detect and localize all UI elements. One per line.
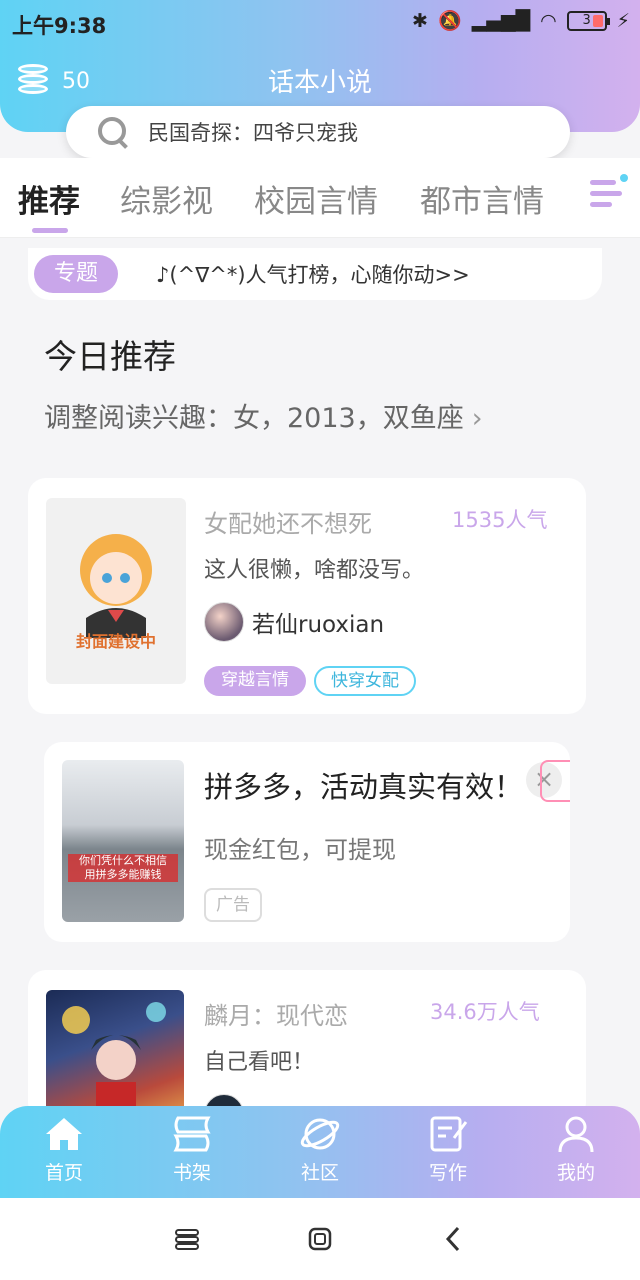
nav-label: 书架 bbox=[172, 1162, 211, 1184]
author-name: 若仙ruoxian bbox=[252, 612, 385, 638]
ad-image-caption: 你们凭什么不相信 用拼多多能赚钱 bbox=[68, 854, 178, 882]
user-icon bbox=[554, 1114, 598, 1154]
book-card[interactable]: 封面建设中 女配她还不想死 1535人气 这人很懒，啥都没写。 若仙ruoxia… bbox=[28, 478, 586, 714]
reading-interest-text: 调整阅读兴趣：女，2013，双鱼座 bbox=[44, 403, 464, 434]
planet-icon bbox=[298, 1114, 342, 1154]
bottom-navigation: 首页 书架 社区 写作 我的 bbox=[0, 1106, 640, 1198]
ad-description: 现金红包，可提现 bbox=[204, 836, 396, 864]
back-icon[interactable] bbox=[436, 1222, 470, 1256]
bluetooth-icon: ✱ bbox=[412, 9, 428, 32]
wifi-icon: ◠ bbox=[540, 9, 557, 32]
book-description: 自己看吧！ bbox=[204, 1050, 315, 1075]
tab-recommend[interactable]: 推荐 bbox=[18, 176, 80, 221]
topic-banner[interactable]: 专题 ♪(^∇^*)人气打榜，心随你动>> bbox=[28, 248, 602, 300]
book-cover bbox=[46, 990, 184, 1120]
status-icons: ✱ 🔕 ▂▄▆█ ◠ 3 ⚡ bbox=[412, 9, 630, 33]
write-icon bbox=[426, 1114, 470, 1154]
nav-label: 我的 bbox=[556, 1162, 595, 1184]
search-bar[interactable]: 民国奇探：四爷只宠我 bbox=[66, 106, 570, 158]
tab-urban-romance[interactable]: 都市言情 bbox=[420, 176, 544, 221]
book-popularity: 34.6万人气 bbox=[430, 1000, 540, 1024]
nav-home[interactable]: 首页 bbox=[16, 1114, 112, 1185]
book-title: 麟月：现代恋 bbox=[204, 1002, 348, 1030]
nav-profile[interactable]: 我的 bbox=[528, 1114, 624, 1185]
category-menu-icon[interactable] bbox=[590, 174, 628, 210]
nav-write[interactable]: 写作 bbox=[400, 1114, 496, 1185]
tag-quick-wear-supporting[interactable]: 快穿女配 bbox=[314, 666, 416, 696]
nav-label: 首页 bbox=[44, 1162, 83, 1184]
tag-time-travel-romance[interactable]: 穿越言情 bbox=[204, 666, 306, 696]
ad-card[interactable]: 你们凭什么不相信 用拼多多能赚钱 拼多多，活动真实有效！ 现金红包，可提现 广告… bbox=[44, 742, 570, 942]
ad-image: 你们凭什么不相信 用拼多多能赚钱 bbox=[62, 760, 184, 922]
search-icon bbox=[96, 115, 130, 149]
signal-icon: ▂▄▆█ bbox=[471, 9, 531, 32]
book-cover: 封面建设中 bbox=[46, 498, 186, 684]
charging-icon: ⚡ bbox=[616, 9, 630, 32]
nav-community[interactable]: 社区 bbox=[272, 1114, 368, 1185]
book-author[interactable]: 若仙ruoxian bbox=[204, 602, 384, 642]
category-tabs: 推荐 综影视 校园言情 都市言情 bbox=[0, 158, 640, 238]
menu-icon[interactable] bbox=[170, 1222, 204, 1256]
reading-interest-link[interactable]: 调整阅读兴趣：女，2013，双鱼座 › bbox=[44, 396, 483, 435]
cover-illustration bbox=[62, 1002, 166, 1120]
home-button-icon[interactable] bbox=[303, 1222, 337, 1256]
ad-label-badge: 广告 bbox=[204, 888, 262, 922]
tab-film-tv[interactable]: 综影视 bbox=[120, 176, 213, 221]
ad-edge-icon bbox=[540, 760, 570, 802]
search-placeholder: 民国奇探：四爷只宠我 bbox=[148, 121, 358, 145]
ad-title: 拼多多，活动真实有效！ bbox=[204, 770, 524, 804]
cover-illustration bbox=[80, 534, 152, 638]
book-description: 这人很懒，啥都没写。 bbox=[204, 558, 425, 583]
battery-level: 3 bbox=[582, 12, 591, 28]
tab-campus-romance[interactable]: 校园言情 bbox=[254, 176, 378, 221]
home-icon bbox=[42, 1114, 86, 1154]
avatar bbox=[204, 602, 244, 642]
app-title: 话本小说 bbox=[267, 68, 372, 98]
system-nav-bar bbox=[0, 1198, 640, 1280]
book-popularity: 1535人气 bbox=[452, 508, 548, 532]
mute-icon: 🔕 bbox=[437, 10, 462, 32]
topic-text: ♪(^∇^*)人气打榜，心随你动>> bbox=[156, 263, 470, 287]
battery-icon: 3 bbox=[566, 10, 610, 31]
section-title: 今日推荐 bbox=[44, 337, 176, 376]
bookshelf-icon bbox=[170, 1114, 214, 1154]
active-tab-indicator bbox=[32, 228, 68, 233]
book-title: 女配她还不想死 bbox=[204, 510, 372, 538]
chevron-right-icon: › bbox=[471, 403, 483, 434]
nav-label: 写作 bbox=[428, 1162, 467, 1184]
nav-bookshelf[interactable]: 书架 bbox=[144, 1114, 240, 1185]
status-time: 上午9:38 bbox=[12, 14, 107, 38]
cover-placeholder-text: 封面建设中 bbox=[75, 632, 156, 651]
topic-badge: 专题 bbox=[34, 255, 118, 293]
book-card[interactable]: 麟月：现代恋 34.6万人气 自己看吧！ bbox=[28, 970, 586, 1134]
nav-label: 社区 bbox=[300, 1162, 339, 1184]
